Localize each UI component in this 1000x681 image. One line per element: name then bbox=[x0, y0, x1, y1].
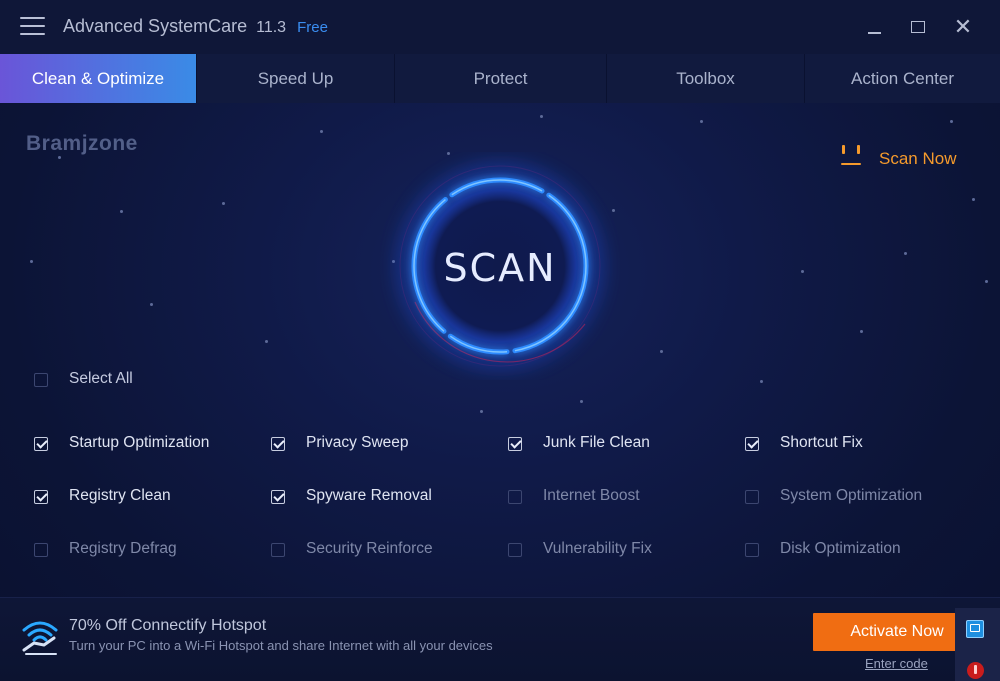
star-dot bbox=[904, 252, 907, 255]
tab-toolbox[interactable]: Toolbox bbox=[607, 54, 805, 103]
option-label: Registry Defrag bbox=[69, 540, 177, 557]
option-spyware-removal[interactable]: Spyware Removal bbox=[271, 487, 471, 511]
checkbox-icon bbox=[745, 543, 759, 557]
checkbox-icon bbox=[745, 490, 759, 504]
face-icon bbox=[838, 142, 864, 168]
main-tabs: Clean & Optimize Speed Up Protect Toolbo… bbox=[0, 54, 1000, 103]
menu-icon[interactable] bbox=[20, 17, 45, 37]
app-window: Advanced SystemCare 11.3 Free ✕ Clean & … bbox=[0, 0, 1000, 681]
option-system-optimization[interactable]: System Optimization bbox=[745, 487, 945, 511]
star-dot bbox=[480, 410, 483, 413]
star-dot bbox=[320, 130, 323, 133]
option-privacy-sweep[interactable]: Privacy Sweep bbox=[271, 434, 471, 458]
option-label: Spyware Removal bbox=[306, 487, 432, 504]
scan-button[interactable]: SCAN bbox=[380, 152, 620, 380]
title-bar: Advanced SystemCare 11.3 Free ✕ bbox=[0, 0, 1000, 54]
star-dot bbox=[540, 115, 543, 118]
star-dot bbox=[860, 330, 863, 333]
close-icon[interactable]: ✕ bbox=[948, 12, 978, 42]
option-shortcut-fix[interactable]: Shortcut Fix bbox=[745, 434, 945, 458]
scan-now-button[interactable]: Scan Now bbox=[838, 142, 968, 172]
tab-clean-optimize[interactable]: Clean & Optimize bbox=[0, 54, 197, 103]
checkbox-checked-icon bbox=[34, 490, 48, 504]
star-dot bbox=[120, 210, 123, 213]
option-label: Registry Clean bbox=[69, 487, 171, 504]
enter-code-link[interactable]: Enter code bbox=[865, 656, 928, 671]
option-label: Vulnerability Fix bbox=[543, 540, 652, 557]
monitor-icon[interactable] bbox=[966, 620, 984, 638]
app-edition: Free bbox=[297, 19, 328, 36]
option-vulnerability-fix[interactable]: Vulnerability Fix bbox=[508, 540, 708, 564]
option-label: Startup Optimization bbox=[69, 434, 210, 451]
watermark: Bramjzone bbox=[26, 132, 138, 155]
option-disk-optimization[interactable]: Disk Optimization bbox=[745, 540, 945, 564]
scan-label: SCAN bbox=[443, 246, 557, 290]
option-registry-clean[interactable]: Registry Clean bbox=[34, 487, 234, 511]
scan-now-label: Scan Now bbox=[879, 149, 957, 168]
star-dot bbox=[985, 280, 988, 283]
app-version: 11.3 bbox=[256, 19, 287, 36]
option-label: Internet Boost bbox=[543, 487, 640, 504]
minimize-icon[interactable] bbox=[859, 12, 889, 42]
star-dot bbox=[150, 303, 153, 306]
checkbox-icon bbox=[271, 543, 285, 557]
tab-speed-up[interactable]: Speed Up bbox=[197, 54, 395, 103]
option-label: Shortcut Fix bbox=[780, 434, 863, 451]
option-label: Disk Optimization bbox=[780, 540, 901, 557]
option-label: Privacy Sweep bbox=[306, 434, 409, 451]
wifi-hotspot-icon[interactable] bbox=[20, 616, 60, 656]
select-all-label: Select All bbox=[69, 370, 133, 387]
checkbox-checked-icon bbox=[34, 437, 48, 451]
alert-icon[interactable] bbox=[967, 662, 984, 679]
star-dot bbox=[972, 198, 975, 201]
star-dot bbox=[801, 270, 804, 273]
option-label: System Optimization bbox=[780, 487, 923, 504]
star-dot bbox=[58, 156, 61, 159]
select-all-checkbox[interactable]: Select All bbox=[34, 370, 174, 394]
tab-protect[interactable]: Protect bbox=[395, 54, 607, 103]
app-title-group: Advanced SystemCare 11.3 Free bbox=[63, 16, 328, 37]
option-registry-defrag[interactable]: Registry Defrag bbox=[34, 540, 234, 564]
checkbox-icon bbox=[508, 543, 522, 557]
app-title: Advanced SystemCare bbox=[63, 16, 248, 36]
star-dot bbox=[950, 120, 953, 123]
promo-title[interactable]: 70% Off Connectify Hotspot bbox=[69, 617, 266, 635]
star-dot bbox=[760, 380, 763, 383]
checkbox-checked-icon bbox=[508, 437, 522, 451]
option-label: Security Reinforce bbox=[306, 540, 433, 557]
checkbox-icon bbox=[34, 373, 48, 387]
option-startup-optimization[interactable]: Startup Optimization bbox=[34, 434, 234, 458]
checkbox-checked-icon bbox=[271, 490, 285, 504]
maximize-icon[interactable] bbox=[903, 12, 933, 42]
option-security-reinforce[interactable]: Security Reinforce bbox=[271, 540, 471, 564]
scan-area: SCAN bbox=[380, 152, 620, 380]
tab-action-center[interactable]: Action Center bbox=[805, 54, 1000, 103]
star-dot bbox=[30, 260, 33, 263]
star-dot bbox=[265, 340, 268, 343]
checkbox-checked-icon bbox=[271, 437, 285, 451]
checkbox-icon bbox=[34, 543, 48, 557]
star-dot bbox=[580, 400, 583, 403]
checkbox-icon bbox=[508, 490, 522, 504]
option-junk-file-clean[interactable]: Junk File Clean bbox=[508, 434, 708, 458]
promo-subtitle: Turn your PC into a Wi-Fi Hotspot and sh… bbox=[69, 638, 493, 653]
star-dot bbox=[700, 120, 703, 123]
star-dot bbox=[222, 202, 225, 205]
star-dot bbox=[660, 350, 663, 353]
option-internet-boost[interactable]: Internet Boost bbox=[508, 487, 708, 511]
option-label: Junk File Clean bbox=[543, 434, 650, 451]
checkbox-checked-icon bbox=[745, 437, 759, 451]
